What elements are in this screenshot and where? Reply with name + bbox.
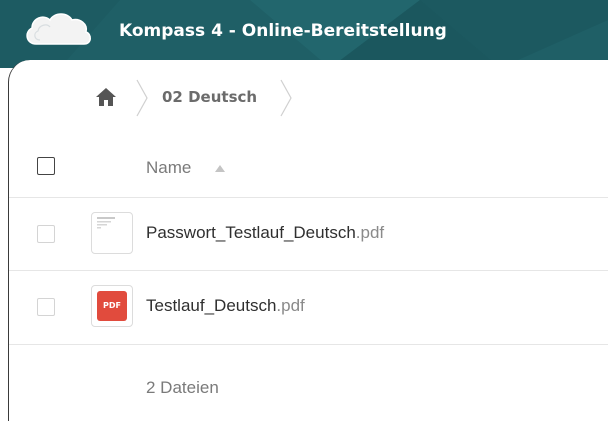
file-extension: .pdf	[355, 223, 385, 242]
files-panel: 02 Deutsch Name Passwort_Testlauf_Deutsc…	[8, 60, 608, 421]
row-checkbox[interactable]	[37, 298, 55, 316]
document-lines-icon	[97, 217, 115, 229]
cloud-logo-icon[interactable]	[22, 10, 94, 48]
home-icon[interactable]	[95, 87, 117, 107]
column-header-name[interactable]: Name	[146, 158, 191, 178]
row-checkbox[interactable]	[37, 225, 55, 243]
app-title: Kompass 4 - Online-Bereitstellung	[119, 21, 447, 41]
file-basename: Passwort_Testlauf_Deutsch	[146, 223, 356, 242]
header-bar: Kompass 4 - Online-Bereitstellung	[0, 0, 608, 68]
table-row[interactable]: Passwort_Testlauf_Deutsch.pdf	[9, 198, 608, 271]
app-window: Kompass 4 - Online-Bereitstellung 02 Deu…	[0, 0, 608, 421]
breadcrumb: 02 Deutsch	[9, 76, 608, 120]
file-name-link[interactable]: Testlauf_Deutsch.pdf	[146, 296, 305, 316]
sort-ascending-icon[interactable]	[215, 165, 225, 172]
select-all-checkbox[interactable]	[37, 157, 55, 175]
breadcrumb-item-02-deutsch[interactable]: 02 Deutsch	[162, 88, 257, 106]
breadcrumb-separator-icon	[136, 79, 148, 117]
document-preview-icon[interactable]	[91, 212, 133, 254]
file-basename: Testlauf_Deutsch	[146, 296, 277, 315]
file-list-header: Name	[9, 130, 608, 198]
breadcrumb-separator-icon	[280, 79, 292, 117]
file-count-summary: 2 Dateien	[146, 378, 219, 397]
file-name-link[interactable]: Passwort_Testlauf_Deutsch.pdf	[146, 223, 384, 243]
table-row[interactable]: PDF Testlauf_Deutsch.pdf	[9, 271, 608, 345]
pdf-badge: PDF	[97, 291, 127, 321]
pdf-icon[interactable]: PDF	[91, 285, 133, 327]
file-extension: .pdf	[276, 296, 305, 315]
